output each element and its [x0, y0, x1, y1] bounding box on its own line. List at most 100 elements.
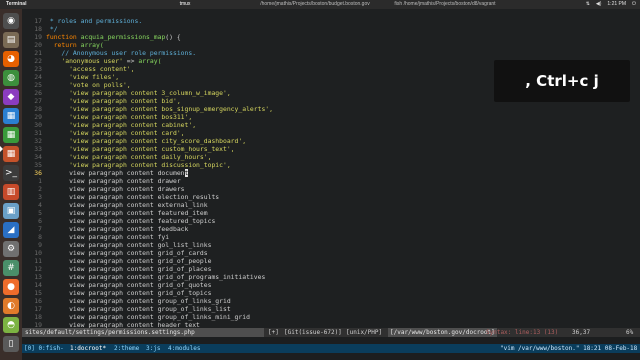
code-line[interactable]: 12 view paragraph content grid_of_places	[22, 265, 640, 273]
power-icon[interactable]: ⏻	[632, 0, 636, 9]
code-text: * roles and permissions.	[46, 17, 142, 25]
code-line[interactable]: 2 view paragraph content drawers	[22, 185, 640, 193]
clock[interactable]: 1:21 PM	[607, 0, 626, 9]
code-line[interactable]: 4 view paragraph content external_link	[22, 201, 640, 209]
android-icon[interactable]: ◓	[3, 317, 19, 333]
code-text: view paragraph content drawers	[46, 185, 185, 193]
terminal-tab[interactable]: tmux	[120, 0, 250, 9]
terminal-tabs: tmux /home/jmathis/Projects/boston/budge…	[120, 0, 510, 9]
line-number: 34	[34, 153, 42, 161]
code-line[interactable]: 15 view paragraph content grid_of_topics	[22, 289, 640, 297]
code-token: view paragraph content external_link	[46, 201, 208, 209]
terminal-icon[interactable]: >_	[3, 165, 19, 181]
code-line[interactable]: 29 'view paragraph content bos311',	[22, 113, 640, 121]
code-line[interactable]: 28 'view paragraph content bos_signup_em…	[22, 105, 640, 113]
chrome-icon[interactable]: ◍	[3, 70, 19, 86]
line-number: 10	[34, 249, 42, 257]
code-line[interactable]: 19 function acquia_permissions_map() {	[22, 33, 640, 41]
code-line[interactable]: 1 view paragraph content drawer	[22, 177, 640, 185]
code-token: * roles and permissions.	[46, 17, 143, 25]
app-title: Terminal	[6, 1, 27, 7]
code-line[interactable]: 17 view paragraph content group_of_links…	[22, 305, 640, 313]
code-line[interactable]: 7 view paragraph content feedback	[22, 225, 640, 233]
line-number: 7	[38, 225, 42, 233]
code-text: view paragraph content grid_of_places	[46, 265, 211, 273]
line-number: 11	[34, 257, 42, 265]
code-line[interactable]: 17 * roles and permissions.	[22, 17, 640, 25]
line-number: 15	[34, 289, 42, 297]
writer-icon[interactable]: ▦	[3, 108, 19, 124]
network-icon[interactable]: ⇅	[586, 0, 590, 9]
code-line[interactable]: 16 view paragraph content group_of_links…	[22, 297, 640, 305]
code-token: view paragraph content drawer	[46, 177, 181, 185]
postman-icon[interactable]: ●	[3, 279, 19, 295]
code-line[interactable]: 20 return array(	[22, 41, 640, 49]
code-line[interactable]: 11 view paragraph content grid_of_people	[22, 257, 640, 265]
code-line[interactable]: 34 'view paragraph content daily_hours',	[22, 153, 640, 161]
tmux-window[interactable]: 2:theme	[114, 344, 139, 353]
vim-editor[interactable]: 17 * roles and permissions. 18 */19 functi…	[22, 9, 640, 328]
code-text: view paragraph content grid_of_programs_…	[46, 273, 265, 281]
code-token: 'view paragraph content bid',	[46, 97, 181, 105]
code-token: view paragraph content featured_topics	[46, 217, 216, 225]
calc-icon[interactable]: ▦	[3, 127, 19, 143]
cursor-position: 36,37	[572, 329, 591, 336]
code-text: view paragraph content drawer	[46, 177, 181, 185]
code-token: 'view paragraph content bos311',	[46, 113, 193, 121]
code-token: view paragraph content grid_of_people	[46, 257, 212, 265]
code-line[interactable]: 5 view paragraph content featured_item	[22, 209, 640, 217]
tmux-window[interactable]: 3:js	[146, 344, 160, 353]
terminal-tab[interactable]: /home/jmathis/Projects/boston/budget.bos…	[250, 0, 380, 9]
code-line[interactable]: 36 view paragraph content document	[22, 169, 640, 177]
tmux-session[interactable]: [0] 0:fish-	[24, 344, 64, 353]
impress-icon[interactable]: ▦	[3, 146, 19, 162]
code-line[interactable]: 13 view paragraph content grid_of_progra…	[22, 273, 640, 281]
volume-icon[interactable]: ◀)	[596, 0, 602, 9]
docs-icon[interactable]: ▥	[3, 184, 19, 200]
code-line[interactable]: 31 'view paragraph content card',	[22, 129, 640, 137]
code-line[interactable]: 3 view paragraph content election_result…	[22, 193, 640, 201]
system-tray: ⇅ ◀) 1:21 PM ⏻	[586, 0, 636, 9]
ubuntu-dash-icon[interactable]: ◉	[3, 13, 19, 29]
trash-icon[interactable]: ▯	[3, 336, 19, 352]
code-text: 'anonymous user' => array(	[46, 57, 161, 65]
code-text: view paragraph content group_of_links_gr…	[46, 297, 231, 305]
phpstorm-icon[interactable]: ◆	[3, 89, 19, 105]
code-line[interactable]: 33 'view paragraph content custom_hours_…	[22, 145, 640, 153]
code-line[interactable]: 18 */	[22, 25, 640, 33]
code-line[interactable]: 30 'view paragraph content cabinet',	[22, 121, 640, 129]
settings-icon[interactable]: ⚙	[3, 241, 19, 257]
text-cursor: t	[184, 169, 189, 177]
tmux-window[interactable]: 4:modules	[168, 344, 201, 353]
code-text: function acquia_permissions_map() {	[46, 33, 181, 41]
code-line[interactable]: 8 view paragraph content fyi	[22, 233, 640, 241]
code-line[interactable]: 10 view paragraph content grid_of_cards	[22, 249, 640, 257]
blender-icon[interactable]: ◐	[3, 298, 19, 314]
line-number: 21	[34, 49, 42, 57]
slack-icon[interactable]: #	[3, 260, 19, 276]
code-text: view paragraph content header_text	[46, 321, 200, 328]
code-line[interactable]: 32 'view paragraph content city_score_da…	[22, 137, 640, 145]
code-token: 'view paragraph content city_score_dashb…	[46, 137, 247, 145]
code-line[interactable]: 14 view paragraph content grid_of_quotes	[22, 281, 640, 289]
vscode-icon[interactable]: ◢	[3, 222, 19, 238]
code-line[interactable]: 19 view paragraph content header_text	[22, 321, 640, 328]
code-text: view paragraph content document	[46, 169, 189, 177]
code-token: */	[46, 25, 58, 33]
code-line[interactable]: 18 view paragraph content group_of_links…	[22, 313, 640, 321]
code-line[interactable]: 21 // Anonymous user role permissions.	[22, 49, 640, 57]
code-line[interactable]: 9 view paragraph content gol_list_links	[22, 241, 640, 249]
files-icon[interactable]: ▤	[3, 32, 19, 48]
photo-icon[interactable]: ▣	[3, 203, 19, 219]
code-line[interactable]: 6 view paragraph content featured_topics	[22, 217, 640, 225]
tmux-window[interactable]: 1:docroot*	[70, 344, 106, 353]
code-token: view paragraph content drawers	[46, 185, 185, 193]
code-token: function	[46, 33, 81, 41]
code-text: view paragraph content external_link	[46, 201, 208, 209]
terminal-tab[interactable]: fish /home/jmathis/Projects/boston/d8/va…	[380, 0, 510, 9]
code-text: view paragraph content fyi	[46, 233, 169, 241]
syntax-error: Syntax: line:13 (13)	[486, 329, 559, 336]
code-line[interactable]: 35 'view paragraph content discussion_to…	[22, 161, 640, 169]
top-panel: Terminal tmux /home/jmathis/Projects/bos…	[0, 0, 640, 9]
firefox-icon[interactable]: ◕	[3, 51, 19, 67]
